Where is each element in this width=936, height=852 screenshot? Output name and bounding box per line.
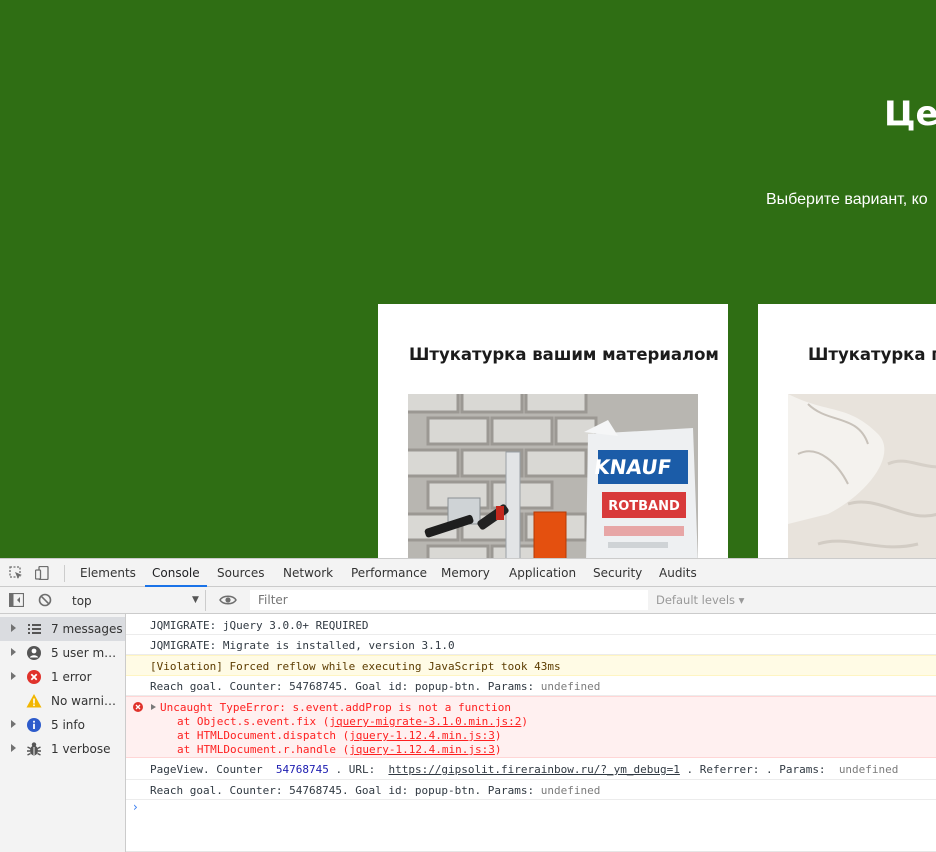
card-title: Штукатурка вашим материалом	[409, 345, 719, 364]
console-violation-message: [Violation] Forced reflow while executin…	[126, 655, 936, 676]
default-levels-dropdown[interactable]: Default levels ▾	[656, 593, 744, 607]
card-image-plastered-wall	[788, 394, 936, 558]
expand-arrow-icon[interactable]	[11, 744, 16, 752]
service-card-own-material[interactable]: Штукатурка вашим материалом KNAUF ROTBAN…	[378, 304, 728, 558]
tab-performance[interactable]: Performance	[351, 559, 427, 587]
device-toolbar-icon[interactable]	[35, 566, 49, 580]
message-text: JQMIGRATE: jQuery 3.0.0+ REQUIRED	[150, 619, 369, 632]
sidebar-item-label: No warnings	[51, 694, 123, 708]
devtools-panel: Elements Console Sources Network Perform…	[0, 558, 936, 852]
sidebar-item-label: 1 verbose	[51, 742, 111, 756]
console-toolbar: top ▼ Default levels ▾	[0, 587, 936, 614]
expand-arrow-icon[interactable]	[11, 720, 16, 728]
eye-icon[interactable]	[219, 594, 237, 606]
sidebar-item-label: 5 info	[51, 718, 85, 732]
pageview-url-link[interactable]: https://gipsolit.firerainbow.ru/?_ym_deb…	[388, 763, 679, 776]
sidebar-item-label: 1 error	[51, 670, 92, 684]
error-headline: Uncaught TypeError: s.event.addProp is n…	[160, 701, 511, 714]
counter-value: 54768745	[275, 763, 329, 776]
tab-network[interactable]: Network	[283, 559, 333, 587]
stack-link[interactable]: jquery-migrate-3.1.0.min.js:2	[329, 715, 521, 728]
message-text: [Violation] Forced reflow while executin…	[150, 660, 561, 673]
message-text: Reach goal. Counter: 54768745. Goal id: …	[150, 680, 535, 693]
toggle-sidebar-icon[interactable]	[9, 593, 24, 607]
tab-security[interactable]: Security	[593, 559, 642, 587]
message-text: JQMIGRATE: Migrate is installed, version…	[150, 639, 455, 652]
console-error-message: Uncaught TypeError: s.event.addProp is n…	[126, 696, 936, 758]
console-message: JQMIGRATE: jQuery 3.0.0+ REQUIRED	[126, 614, 936, 635]
sidebar-item-label: 5 user messages	[51, 646, 123, 660]
bug-icon	[27, 742, 41, 756]
tab-memory[interactable]: Memory	[441, 559, 490, 587]
stack-link[interactable]: jquery-1.12.4.min.js:3	[349, 729, 495, 742]
message-value: undefined	[540, 680, 601, 693]
expand-arrow-icon[interactable]	[11, 624, 16, 632]
expand-arrow-icon[interactable]	[151, 704, 156, 710]
tab-elements[interactable]: Elements	[80, 559, 136, 587]
website-viewport: Цен Выберите вариант, ко Штукатурка ваши…	[0, 0, 936, 558]
devtools-tabbar: Elements Console Sources Network Perform…	[0, 559, 936, 587]
stack-line: at HTMLDocument.dispatch (jquery-1.12.4.…	[177, 729, 502, 742]
list-icon	[28, 624, 41, 634]
clear-console-icon[interactable]	[38, 593, 52, 607]
tab-console[interactable]: Console	[145, 559, 207, 587]
tabbar-separator	[64, 565, 65, 582]
message-value: undefined	[540, 784, 601, 797]
stack-link[interactable]: jquery-1.12.4.min.js:3	[349, 743, 495, 756]
expand-arrow-icon[interactable]	[11, 672, 16, 680]
tab-application[interactable]: Application	[509, 559, 576, 587]
card-image-plaster-tools: KNAUF ROTBAND	[408, 394, 698, 558]
message-text: Reach goal. Counter: 54768745. Goal id: …	[150, 784, 535, 797]
stack-line: at HTMLDocument.r.handle (jquery-1.12.4.…	[177, 743, 502, 756]
card-title: Штукатурка по	[808, 345, 936, 364]
warning-icon	[26, 694, 42, 708]
hero-subtitle: Выберите вариант, ко	[766, 191, 928, 208]
message-value: undefined	[838, 763, 899, 776]
sidebar-item-label: 7 messages	[51, 622, 123, 636]
hero-title: Цен	[884, 94, 936, 134]
tab-sources[interactable]: Sources	[217, 559, 264, 587]
console-message: Reach goal. Counter: 54768745. Goal id: …	[126, 780, 936, 800]
sidebar-item-warnings[interactable]: No warnings	[0, 689, 125, 713]
bag-brand-text: KNAUF	[593, 455, 673, 479]
sidebar-item-info[interactable]: 5 info	[0, 713, 125, 737]
sidebar-item-verbose[interactable]: 1 verbose	[0, 737, 125, 761]
bag-product-text: ROTBAND	[608, 499, 680, 514]
console-pageview-message: PageView. Counter 54768745 . URL: https:…	[126, 758, 936, 780]
error-icon	[27, 670, 41, 684]
info-icon	[27, 718, 41, 732]
context-selector[interactable]: top ▼	[64, 590, 206, 611]
context-label: top	[72, 594, 92, 608]
service-card-second[interactable]: Штукатурка по	[758, 304, 936, 558]
chevron-down-icon: ▼	[192, 595, 199, 605]
console-filter-input[interactable]	[250, 590, 648, 610]
console-sidebar: 7 messages 5 user messages 1 error No wa…	[0, 614, 126, 852]
user-icon	[27, 646, 41, 660]
sidebar-item-messages[interactable]: 7 messages	[0, 617, 125, 641]
inspect-element-icon[interactable]	[9, 566, 23, 580]
console-messages: JQMIGRATE: jQuery 3.0.0+ REQUIRED JQMIGR…	[126, 614, 936, 852]
console-prompt-icon[interactable]: ›	[133, 800, 138, 814]
stack-line: at Object.s.event.fix (jquery-migrate-3.…	[177, 715, 529, 728]
console-message: JQMIGRATE: Migrate is installed, version…	[126, 635, 936, 655]
console-message: Reach goal. Counter: 54768745. Goal id: …	[126, 676, 936, 696]
tab-audits[interactable]: Audits	[659, 559, 697, 587]
sidebar-item-errors[interactable]: 1 error	[0, 665, 125, 689]
expand-arrow-icon[interactable]	[11, 648, 16, 656]
sidebar-item-user-messages[interactable]: 5 user messages	[0, 641, 125, 665]
error-icon	[133, 702, 143, 712]
